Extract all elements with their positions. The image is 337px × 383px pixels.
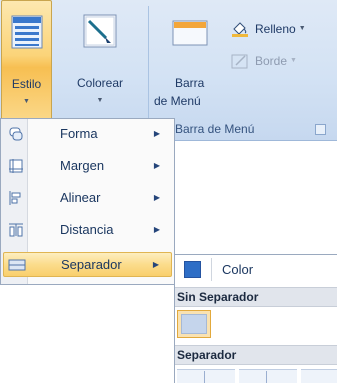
separador-submenu: Color Sin Separador Separador	[174, 254, 337, 383]
menu-item-label: Distancia	[60, 222, 114, 237]
separator-style-option[interactable]	[239, 369, 297, 383]
sin-separador-header: Sin Separador	[175, 287, 337, 307]
separator-tick	[266, 371, 267, 383]
chevron-right-icon: ▶	[153, 161, 160, 170]
divider	[211, 258, 212, 281]
paint-brush-icon	[83, 14, 117, 48]
chevron-right-icon: ▶	[152, 260, 159, 269]
shape-icon	[5, 125, 27, 143]
distance-icon	[5, 221, 27, 239]
menu-item-margen[interactable]: Margen ▶	[3, 153, 172, 178]
menu-item-label: Alinear	[60, 190, 101, 205]
borde-label: Borde	[255, 54, 288, 68]
sin-separador-option[interactable]	[177, 310, 211, 338]
align-icon	[5, 189, 27, 207]
chevron-down-icon: ▼	[96, 97, 104, 104]
group-label-barra-de-menu: Barra de Menú	[175, 122, 255, 136]
barra-de-menu-button[interactable]: Barra de Menú ▼	[151, 0, 208, 126]
estilo-dropdown-menu: Forma ▶ Margen ▶ Alinear ▶ Distancia ▶ S…	[0, 118, 175, 285]
chevron-down-icon: ▼	[290, 57, 297, 64]
group-divider	[148, 6, 149, 136]
separador-header: Separador	[175, 345, 337, 365]
chevron-right-icon: ▶	[153, 129, 160, 138]
relleno-label: Relleno	[255, 22, 296, 36]
chevron-down-icon: ▼	[23, 98, 30, 105]
margin-icon	[5, 157, 27, 175]
menu-item-distancia[interactable]: Distancia ▶	[3, 217, 172, 242]
colorear-label: Colorear	[76, 76, 124, 90]
estilo-button[interactable]: Estilo ▼	[1, 0, 52, 123]
separator-style-option[interactable]	[301, 369, 337, 383]
separator-icon	[6, 256, 28, 274]
chevron-down-icon: ▼	[298, 25, 306, 32]
separator-preview	[181, 314, 207, 334]
fill-bucket-icon	[232, 22, 248, 37]
menu-bar-icon	[172, 20, 208, 46]
borde-button[interactable]: Borde ▼	[231, 51, 297, 71]
chevron-right-icon: ▶	[153, 193, 160, 202]
table-style-icon	[11, 15, 43, 49]
separator-tick	[204, 371, 205, 383]
menu-item-alinear[interactable]: Alinear ▶	[3, 185, 172, 210]
chevron-right-icon: ▶	[153, 225, 160, 234]
menu-item-separador[interactable]: Separador ▶	[3, 252, 172, 277]
estilo-label: Estilo	[11, 77, 42, 91]
menu-item-label: Forma	[60, 126, 98, 141]
color-swatch-icon	[184, 261, 201, 278]
dialog-launcher-icon[interactable]	[315, 124, 326, 135]
separator-style-option[interactable]	[177, 369, 235, 383]
color-label: Color	[222, 262, 254, 277]
menu-item-forma[interactable]: Forma ▶	[3, 121, 172, 146]
border-pen-icon	[231, 54, 248, 69]
color-option[interactable]: Color	[175, 255, 337, 284]
colorear-button[interactable]: Colorear ▼	[56, 0, 144, 123]
relleno-button[interactable]: Relleno ▼	[231, 19, 306, 39]
menu-item-label: Margen	[60, 158, 105, 173]
barra-label-line1: Barra	[175, 76, 205, 90]
menu-item-label: Separador	[61, 257, 122, 272]
